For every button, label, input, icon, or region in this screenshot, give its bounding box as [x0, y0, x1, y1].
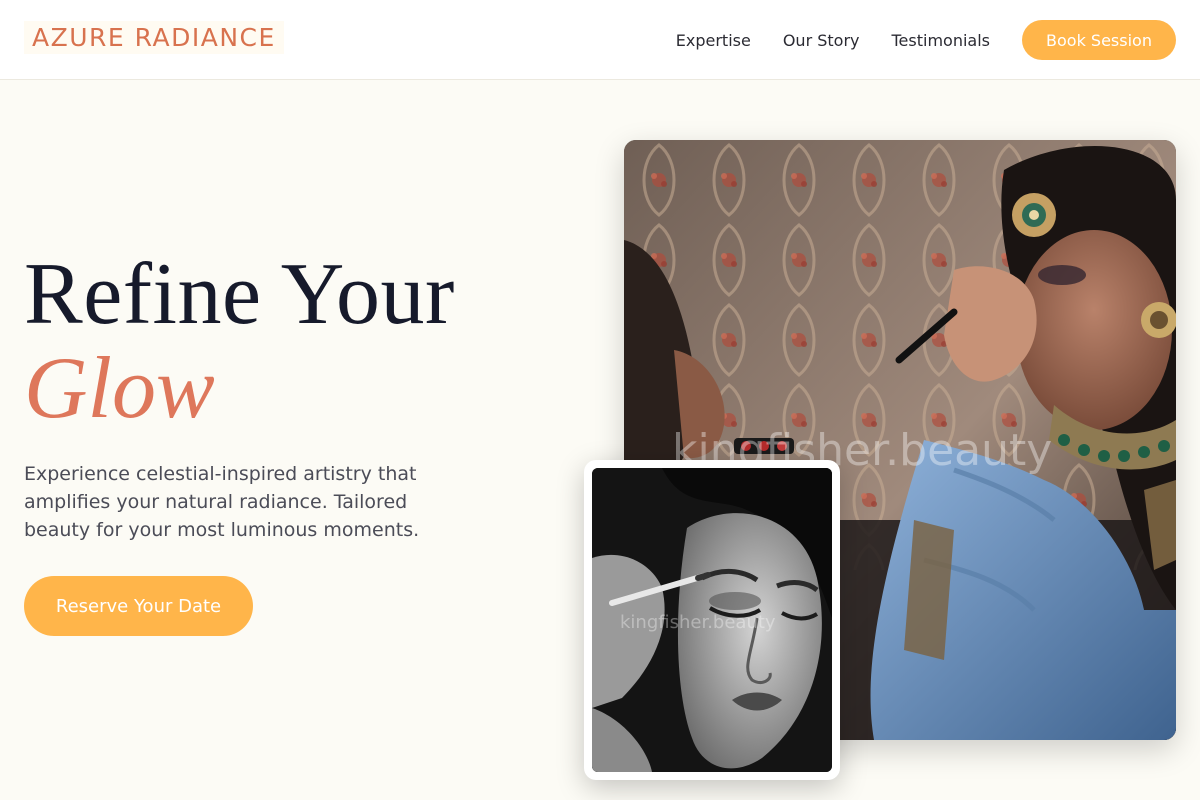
hero-description: Experience celestial-inspired artistry t… — [24, 463, 420, 541]
hero-inset-photo: kingfisher.beauty — [584, 460, 840, 780]
hero-title-line1: Refine Your — [24, 246, 455, 343]
main-nav: Expertise Our Story Testimonials Book Se… — [676, 20, 1176, 60]
hero-title-glow: Glow — [24, 340, 215, 438]
hero-title: Refine Your Glow — [24, 246, 584, 438]
nav-link-our-story[interactable]: Our Story — [783, 31, 860, 50]
inset-photo-watermark: kingfisher.beauty — [620, 612, 776, 633]
nav-link-expertise[interactable]: Expertise — [676, 31, 751, 50]
inset-photo-illustration: kingfisher.beauty — [592, 468, 832, 772]
reserve-date-button[interactable]: Reserve Your Date — [24, 576, 253, 636]
brand-logo[interactable]: AZURE RADIANCE — [24, 21, 284, 54]
nav-link-testimonials[interactable]: Testimonials — [892, 31, 991, 50]
inset-photo-frame: kingfisher.beauty — [592, 468, 832, 772]
book-session-button[interactable]: Book Session — [1022, 20, 1176, 60]
site-header: AZURE RADIANCE Expertise Our Story Testi… — [0, 0, 1200, 80]
